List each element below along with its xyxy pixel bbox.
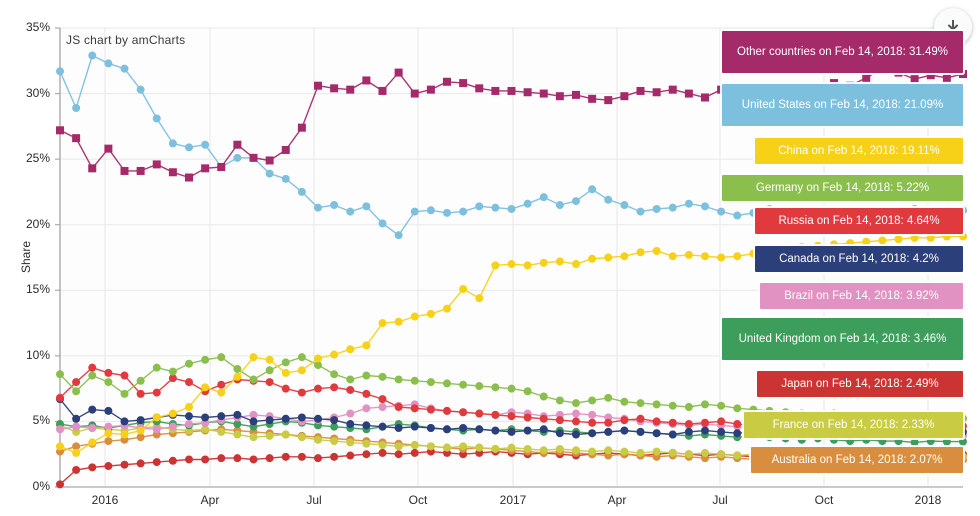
series-label-japan[interactable]: Japan on Feb 14, 2018: 2.49%	[757, 371, 963, 397]
y-axis-title: Share	[19, 240, 33, 273]
series-label-united-states[interactable]: United States on Feb 14, 2018: 21.09%	[722, 84, 963, 126]
chart-container: JS chart by amCharts 0% 5% 10% 15% 20% 25% 30%…	[0, 0, 980, 516]
x-axis-tick-label: 2018	[914, 493, 942, 507]
x-axis-tick-label: Apr	[200, 493, 220, 507]
y-axis-tick-label: 25%	[25, 151, 50, 166]
y-axis-tick-label: 0%	[32, 479, 50, 493]
series-label-canada[interactable]: Canada on Feb 14, 2018: 4.2%	[755, 246, 963, 272]
series-label-russia[interactable]: Russia on Feb 14, 2018: 4.64%	[755, 208, 963, 234]
series-label-germany[interactable]: Germany on Feb 14, 2018: 5.22%	[722, 175, 963, 201]
x-axis-tick-label: 2016	[91, 493, 119, 507]
x-axis-tick-label: 2017	[499, 493, 527, 507]
x-axis-tick-label: Jul	[306, 493, 322, 507]
y-axis-tick-label: 35%	[25, 20, 50, 34]
series-label-china[interactable]: China on Feb 14, 2018: 19.11%	[755, 138, 963, 164]
x-axis-tick-label: Oct	[408, 493, 428, 507]
series-label-brazil[interactable]: Brazil on Feb 14, 2018: 3.92%	[760, 283, 963, 309]
series-label-france[interactable]: France on Feb 14, 2018: 2.33%	[744, 412, 963, 438]
x-axis-tick-label: Jul	[712, 493, 728, 507]
x-axis-tick-label: Apr	[607, 493, 627, 507]
y-axis-tick-label: 5%	[32, 413, 50, 428]
y-axis-tick-label: 30%	[25, 85, 50, 100]
series-label-australia[interactable]: Australia on Feb 14, 2018: 2.07%	[751, 447, 963, 473]
series-label-other-countries[interactable]: Other countries on Feb 14, 2018: 31.49%	[722, 31, 963, 73]
amcharts-watermark[interactable]: JS chart by amCharts	[66, 33, 185, 47]
series-label-united-kingdom[interactable]: United Kingdom on Feb 14, 2018: 3.46%	[722, 318, 963, 360]
x-axis-tick-label: Oct	[814, 493, 834, 507]
y-axis-tick-label: 10%	[25, 347, 50, 362]
